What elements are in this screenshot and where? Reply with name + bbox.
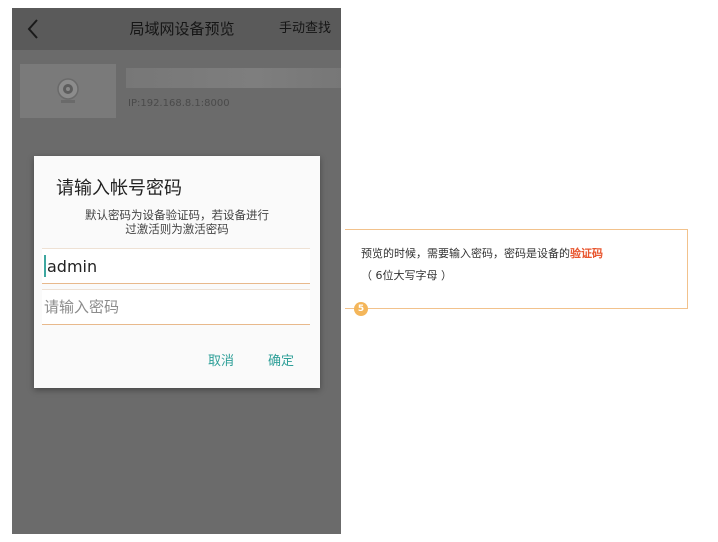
callout-highlight: 验证码 [570, 247, 603, 260]
cancel-button[interactable]: 取消 [208, 350, 234, 369]
device-thumbnail [20, 64, 116, 118]
top-bar: 局域网设备预览 手动查找 [12, 8, 341, 50]
annotation-callout: 预览的时候，需要输入密码，密码是设备的验证码 （ 6位大写字母 ） [345, 229, 688, 309]
login-dialog: 请输入帐号密码 默认密码为设备验证码，若设备进行 过激活则为激活密码 admin… [34, 156, 320, 388]
password-field[interactable] [42, 289, 310, 325]
dialog-hint: 默认密码为设备验证码，若设备进行 过激活则为激活密码 [34, 208, 320, 236]
device-list-item[interactable]: IP:192.168.8.1:8000 [12, 62, 341, 120]
callout-text: 预览的时候，需要输入密码，密码是设备的验证码 （ 6位大写字母 ） [361, 243, 681, 287]
dialog-actions: 取消 确定 [208, 350, 294, 369]
dialog-hint-line-2: 过激活则为激活密码 [125, 222, 229, 236]
step-number-badge: 5 [354, 302, 368, 316]
callout-text-suffix: （ 6位大写字母 ） [361, 269, 452, 282]
dialog-hint-line-1: 默认密码为设备验证码，若设备进行 [85, 208, 269, 222]
device-name-placeholder [126, 68, 341, 88]
confirm-button[interactable]: 确定 [268, 350, 294, 369]
device-ip: IP:192.168.8.1:8000 [128, 98, 230, 109]
dialog-title: 请输入帐号密码 [56, 178, 182, 199]
username-field[interactable]: admin [42, 248, 310, 284]
username-value: admin [47, 256, 98, 276]
manual-search-button[interactable]: 手动查找 [279, 8, 331, 50]
chevron-left-icon [27, 19, 38, 39]
password-input[interactable] [44, 298, 294, 316]
phone-screen: 局域网设备预览 手动查找 IP:192.168.8.1:8000 请输入帐号密码… [12, 8, 341, 534]
page-title: 局域网设备预览 [129, 20, 235, 38]
back-button[interactable] [20, 16, 46, 42]
camera-icon [57, 78, 79, 103]
callout-text-prefix: 预览的时候，需要输入密码，密码是设备的 [361, 247, 570, 260]
text-cursor [44, 255, 46, 277]
